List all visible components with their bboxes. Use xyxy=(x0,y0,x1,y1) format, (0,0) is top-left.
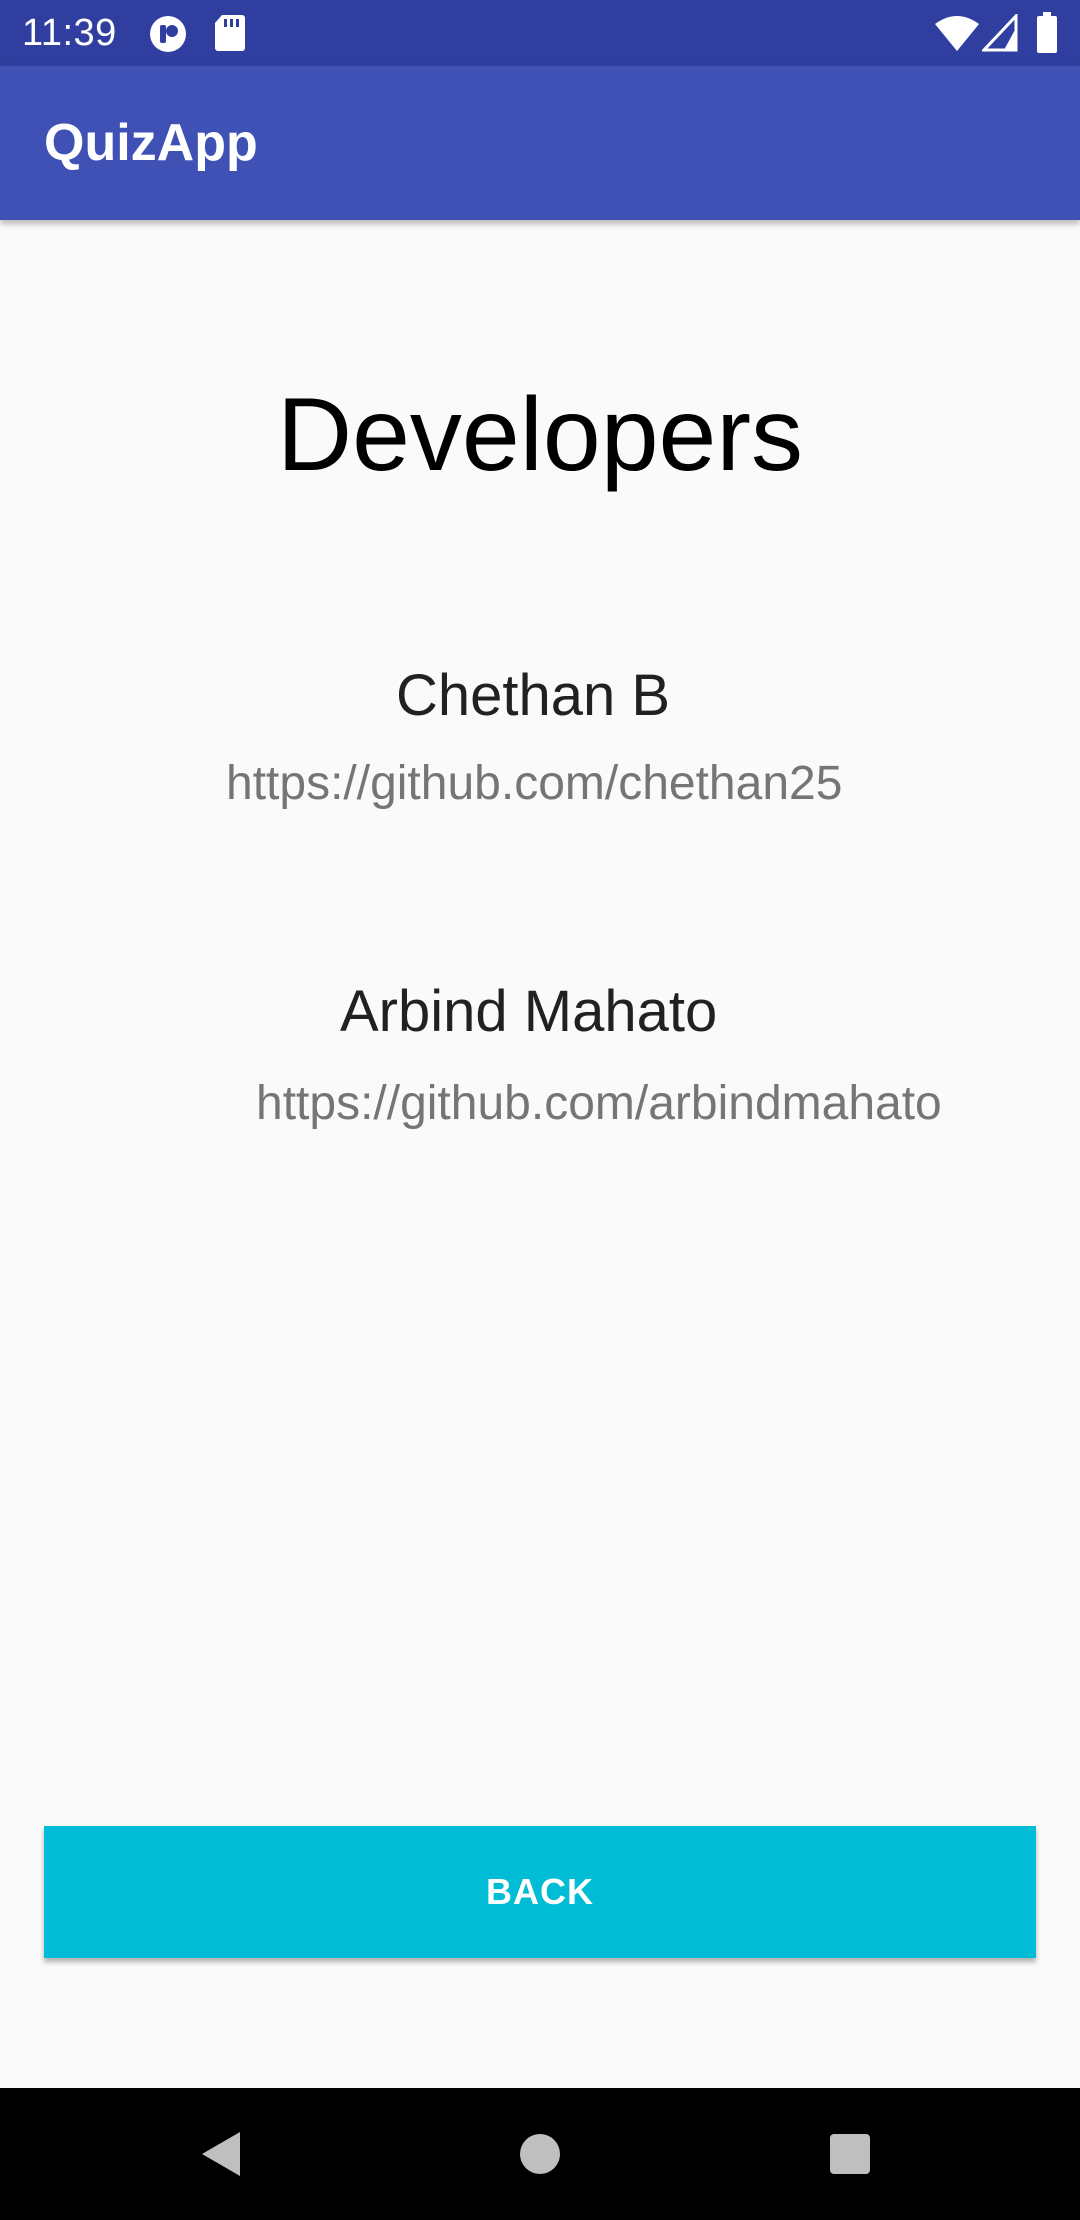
nav-back-button[interactable] xyxy=(146,2088,306,2220)
app-notification-icon xyxy=(150,16,186,52)
cell-signal-icon xyxy=(982,14,1018,52)
navigation-bar xyxy=(0,2088,1080,2220)
developer-link[interactable]: https://github.com/chethan25 xyxy=(226,754,842,814)
app-bar: QuizApp xyxy=(0,66,1080,220)
nav-home-button[interactable] xyxy=(460,2088,620,2220)
developer-link[interactable]: https://github.com/arbindmahato xyxy=(256,1074,942,1134)
recents-square-icon xyxy=(830,2134,870,2174)
developers-screen: 11:39 QuizApp Developers Chethan B https… xyxy=(0,0,1080,2220)
sd-card-icon xyxy=(215,15,245,51)
status-bar: 11:39 xyxy=(0,0,1080,66)
battery-icon xyxy=(1037,12,1057,53)
developer-name: Chethan B xyxy=(396,663,671,728)
home-circle-icon xyxy=(520,2134,560,2174)
wifi-icon xyxy=(935,16,979,51)
app-title: QuizApp xyxy=(44,114,258,172)
page-title: Developers xyxy=(276,377,804,493)
developer-name: Arbind Mahato xyxy=(340,979,718,1044)
status-time: 11:39 xyxy=(22,12,117,54)
nav-recents-button[interactable] xyxy=(770,2088,930,2220)
back-triangle-icon xyxy=(202,2132,240,2176)
back-button[interactable]: BACK xyxy=(44,1826,1036,1958)
